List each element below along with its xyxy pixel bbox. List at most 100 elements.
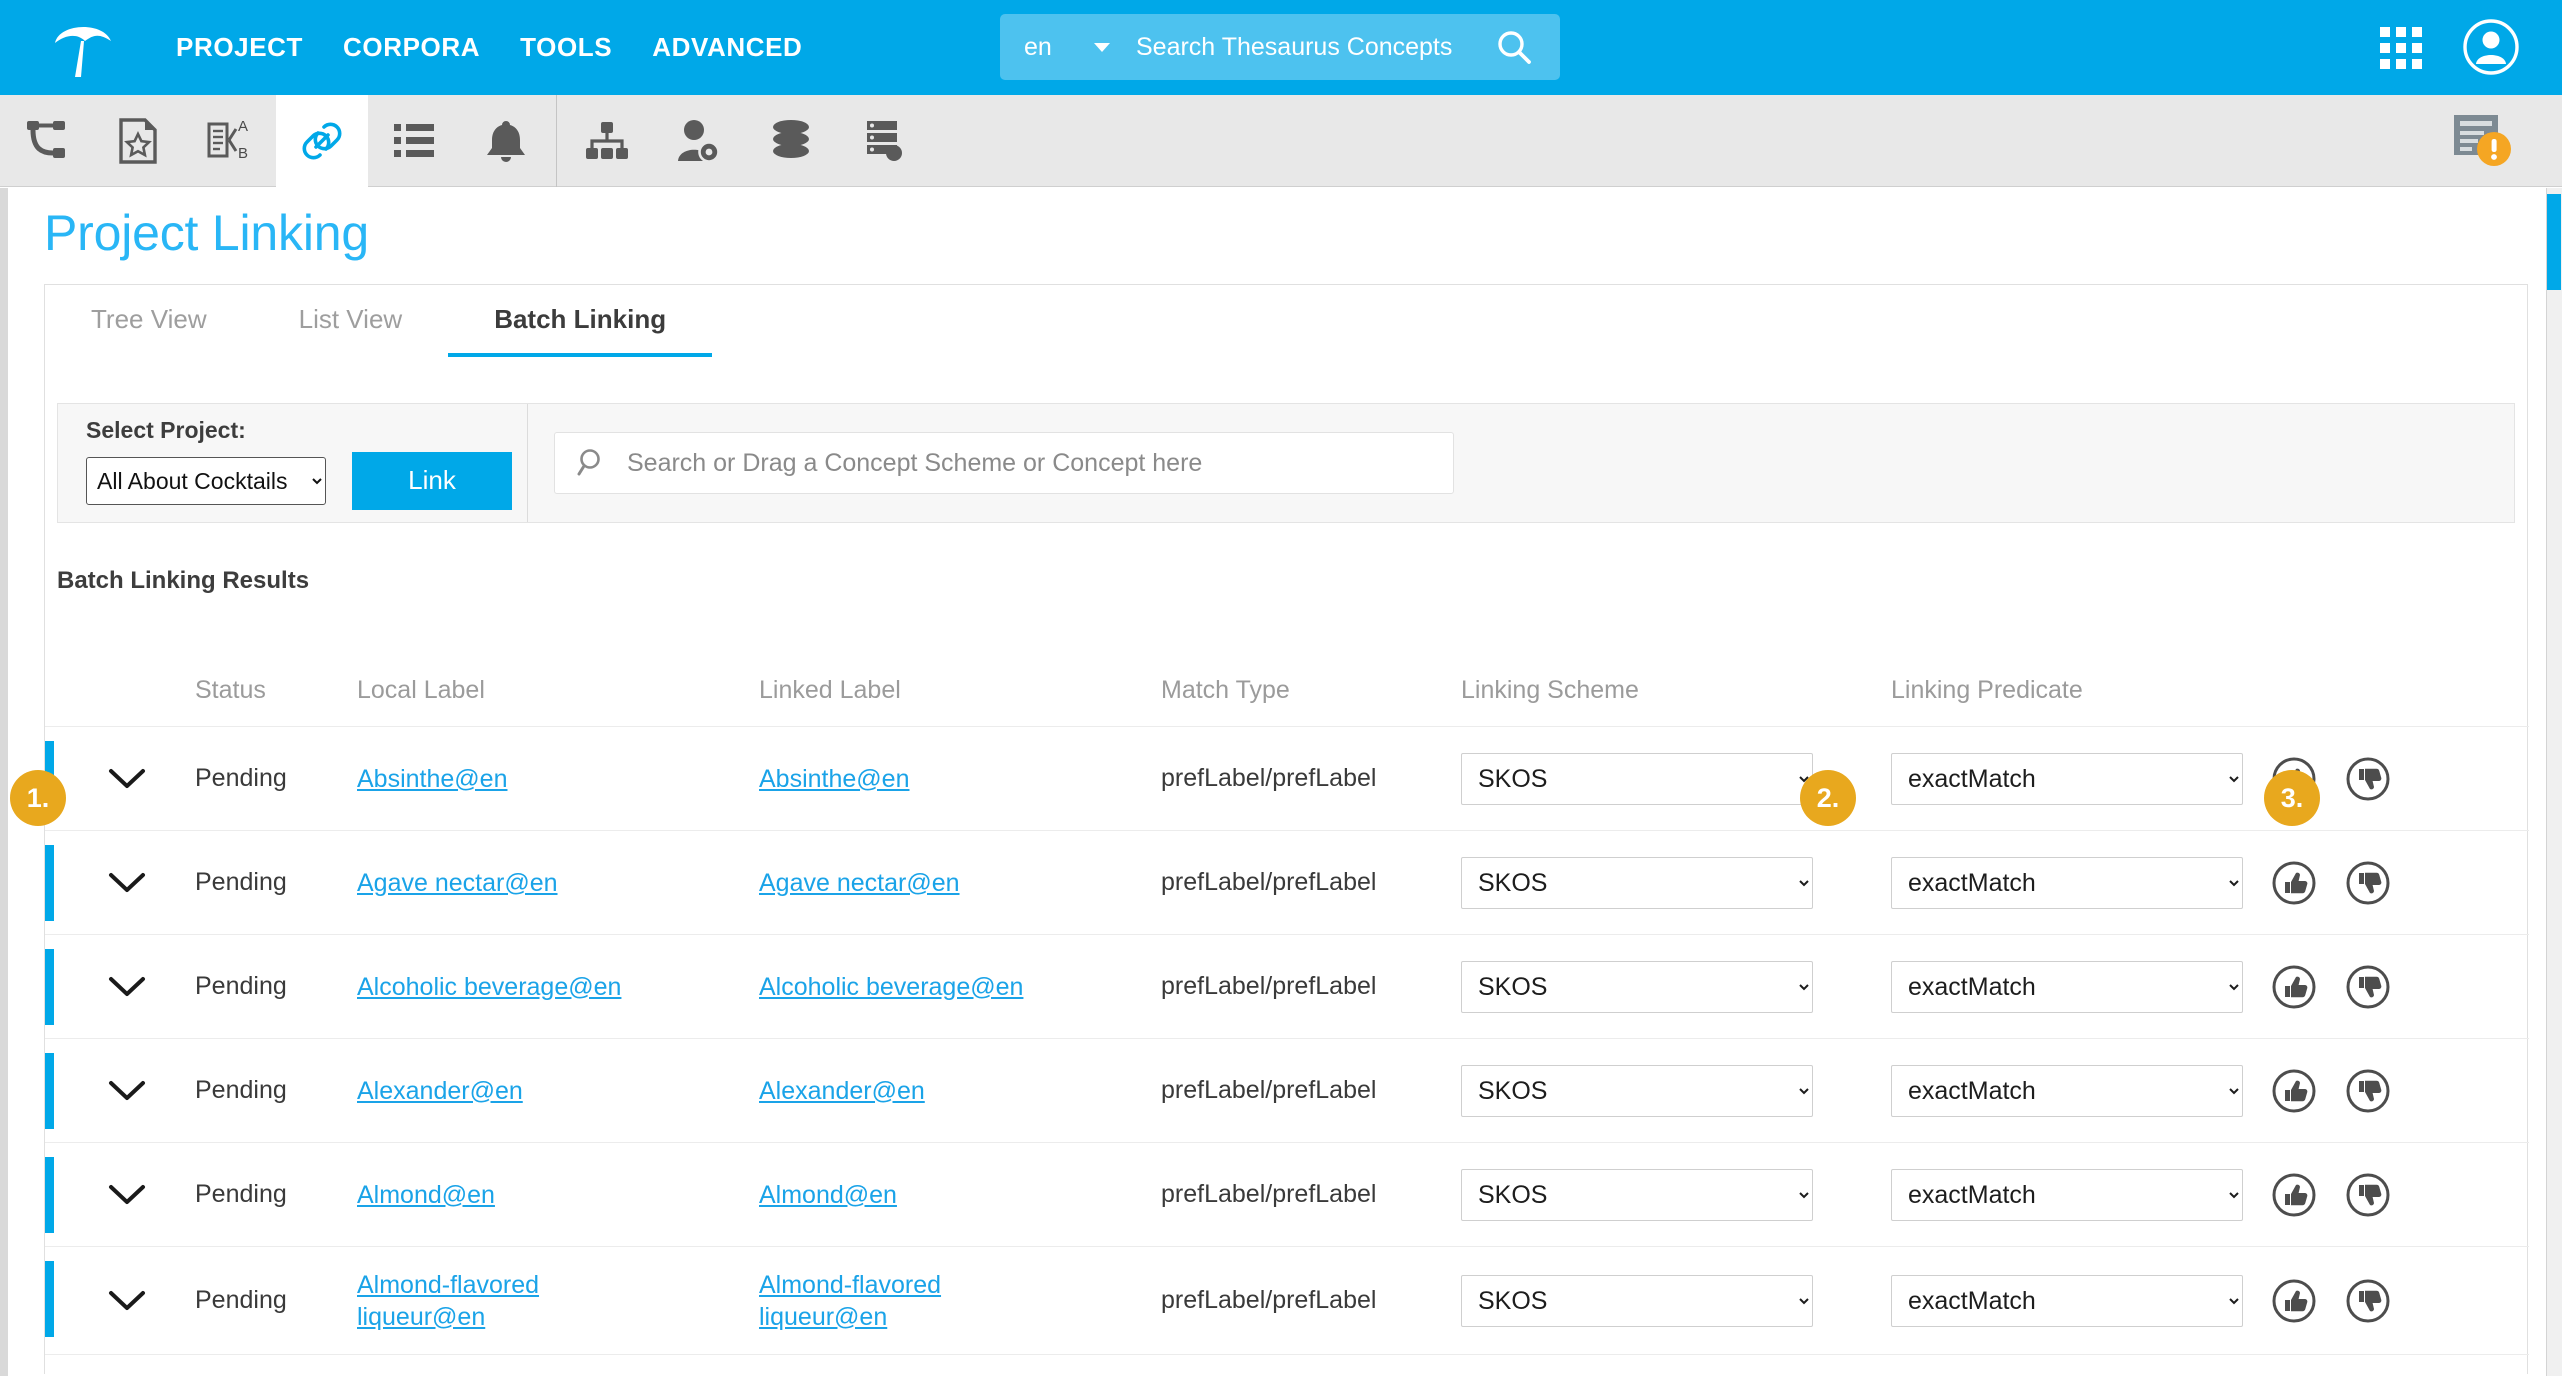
row-linking-predicate-select[interactable]: exactMatch xyxy=(1891,1065,2243,1117)
row-linking-predicate-select[interactable]: exactMatch xyxy=(1891,961,2243,1013)
tab-tree-view[interactable]: Tree View xyxy=(45,285,253,357)
row-local-label-link[interactable]: Alcoholic beverage@en xyxy=(357,971,621,1003)
row-match-type: prefLabel/prefLabel xyxy=(1161,1286,1461,1315)
nav-link-corpora[interactable]: CORPORA xyxy=(323,32,500,63)
document-translate-icon[interactable]: A B xyxy=(184,95,276,187)
grid-apps-icon[interactable] xyxy=(2380,27,2422,69)
database-stack-icon[interactable] xyxy=(745,95,837,187)
search-input-placeholder[interactable]: Search Thesaurus Concepts xyxy=(1136,33,1496,62)
column-header-local-label: Local Label xyxy=(357,676,759,705)
link-chain-icon[interactable] xyxy=(276,95,368,187)
language-selector[interactable]: en xyxy=(1000,14,1112,80)
row-local-label-link[interactable]: Almond@en xyxy=(357,1179,495,1211)
link-button[interactable]: Link xyxy=(352,452,512,510)
row-match-type: prefLabel/prefLabel xyxy=(1161,972,1461,1001)
document-star-icon[interactable] xyxy=(92,95,184,187)
row-linking-scheme-select[interactable]: SKOS xyxy=(1461,961,1813,1013)
nav-link-project[interactable]: PROJECT xyxy=(156,32,323,63)
row-linked-label-link[interactable]: Alexander@en xyxy=(759,1075,925,1107)
concept-drop-area: Search or Drag a Concept Scheme or Conce… xyxy=(528,432,2514,494)
concept-graph-icon[interactable] xyxy=(0,95,92,187)
select-project-group: Select Project: All About Cocktails Link xyxy=(58,404,528,522)
column-header-linking-predicate: Linking Predicate xyxy=(1891,676,2271,705)
page-title: Project Linking xyxy=(44,204,369,262)
annotation-badge-2: 2. xyxy=(1800,770,1856,826)
row-linking-scheme-select[interactable]: SKOS xyxy=(1461,753,1813,805)
thumbs-down-icon[interactable] xyxy=(2345,1068,2391,1114)
thesaurus-search-bar: en Search Thesaurus Concepts xyxy=(1000,14,1560,80)
results-heading: Batch Linking Results xyxy=(57,567,309,595)
nav-link-tools[interactable]: TOOLS xyxy=(500,32,632,63)
column-header-linking-scheme: Linking Scheme xyxy=(1461,676,1891,705)
main-nav-links: PROJECT CORPORA TOOLS ADVANCED xyxy=(156,32,822,63)
thumbs-down-icon[interactable] xyxy=(2345,860,2391,906)
row-linked-label-link[interactable]: Alcoholic beverage@en xyxy=(759,971,1023,1003)
project-select[interactable]: All About Cocktails xyxy=(86,457,326,505)
top-navigation-bar: PROJECT CORPORA TOOLS ADVANCED en Search… xyxy=(0,0,2562,95)
vertical-scrollbar-thumb[interactable] xyxy=(2547,194,2561,290)
table-body: PendingAbsinthe@enAbsinthe@enprefLabel/p… xyxy=(45,727,2529,1355)
thumbs-down-icon[interactable] xyxy=(2345,1172,2391,1218)
row-linking-predicate-select[interactable]: exactMatch xyxy=(1891,1169,2243,1221)
row-linking-scheme-select[interactable]: SKOS xyxy=(1461,857,1813,909)
row-linking-scheme-select[interactable]: SKOS xyxy=(1461,1275,1813,1327)
hierarchy-icon[interactable] xyxy=(561,95,653,187)
concept-search-field[interactable]: Search or Drag a Concept Scheme or Conce… xyxy=(554,432,1454,494)
row-linking-predicate-select[interactable]: exactMatch xyxy=(1891,1275,2243,1327)
thumbs-down-icon[interactable] xyxy=(2345,964,2391,1010)
chevron-down-icon[interactable] xyxy=(107,766,195,792)
user-settings-icon[interactable] xyxy=(653,95,745,187)
row-local-label-link[interactable]: Almond-flavored liqueur@en xyxy=(357,1269,667,1333)
row-linked-label-link[interactable]: Absinthe@en xyxy=(759,763,909,795)
vertical-scrollbar-track[interactable] xyxy=(2546,188,2562,1376)
chevron-down-icon[interactable] xyxy=(107,1078,195,1104)
row-status-indicator xyxy=(45,1261,54,1337)
row-local-label-link[interactable]: Absinthe@en xyxy=(357,763,507,795)
server-icon[interactable] xyxy=(837,95,929,187)
bell-icon[interactable] xyxy=(460,95,552,187)
table-row: PendingAlexander@enAlexander@enprefLabel… xyxy=(45,1039,2529,1143)
row-linked-label-link[interactable]: Agave nectar@en xyxy=(759,867,960,899)
user-avatar-icon[interactable] xyxy=(2462,18,2520,76)
row-local-label-link[interactable]: Alexander@en xyxy=(357,1075,523,1107)
chevron-down-icon[interactable] xyxy=(107,974,195,1000)
chevron-down-icon[interactable] xyxy=(107,870,195,896)
list-icon[interactable] xyxy=(368,95,460,187)
tab-batch-linking[interactable]: Batch Linking xyxy=(448,285,712,357)
tab-list-view[interactable]: List View xyxy=(253,285,449,357)
thumbs-down-icon[interactable] xyxy=(2345,756,2391,802)
row-status: Pending xyxy=(195,1180,357,1209)
page-container: Project Linking Tree View List View Batc… xyxy=(0,188,2562,1376)
column-header-status: Status xyxy=(195,676,357,705)
umbrella-logo[interactable] xyxy=(28,0,138,95)
thumbs-up-icon[interactable] xyxy=(2271,860,2317,906)
table-row: PendingAlmond-flavored liqueur@enAlmond-… xyxy=(45,1247,2529,1355)
row-linking-scheme-select[interactable]: SKOS xyxy=(1461,1065,1813,1117)
row-match-type: prefLabel/prefLabel xyxy=(1161,1180,1461,1209)
nav-link-advanced[interactable]: ADVANCED xyxy=(632,32,822,63)
row-linking-predicate-select[interactable]: exactMatch xyxy=(1891,857,2243,909)
row-linking-scheme-select[interactable]: SKOS xyxy=(1461,1169,1813,1221)
row-match-type: prefLabel/prefLabel xyxy=(1161,868,1461,897)
toolbar-divider xyxy=(556,95,557,187)
row-linked-label-link[interactable]: Almond-flavored liqueur@en xyxy=(759,1269,1069,1333)
thumbs-up-icon[interactable] xyxy=(2271,964,2317,1010)
magnifier-icon[interactable] xyxy=(1496,29,1532,65)
row-status: Pending xyxy=(195,764,357,793)
thumbs-up-icon[interactable] xyxy=(2271,1278,2317,1324)
row-status-indicator xyxy=(45,1053,54,1129)
thumbs-up-icon[interactable] xyxy=(2271,1068,2317,1114)
table-row: PendingAbsinthe@enAbsinthe@enprefLabel/p… xyxy=(45,727,2529,831)
chevron-down-icon[interactable] xyxy=(107,1182,195,1208)
thumbs-down-icon[interactable] xyxy=(2345,1278,2391,1324)
row-linking-predicate-select[interactable]: exactMatch xyxy=(1891,753,2243,805)
row-status: Pending xyxy=(195,972,357,1001)
thumbs-up-icon[interactable] xyxy=(2271,1172,2317,1218)
report-alert-icon[interactable] xyxy=(2452,111,2514,171)
row-local-label-link[interactable]: Agave nectar@en xyxy=(357,867,558,899)
row-status-indicator xyxy=(45,1157,54,1233)
chevron-down-icon[interactable] xyxy=(107,1288,195,1314)
row-linked-label-link[interactable]: Almond@en xyxy=(759,1179,897,1211)
select-project-panel: Select Project: All About Cocktails Link xyxy=(57,403,2515,523)
row-match-type: prefLabel/prefLabel xyxy=(1161,764,1461,793)
